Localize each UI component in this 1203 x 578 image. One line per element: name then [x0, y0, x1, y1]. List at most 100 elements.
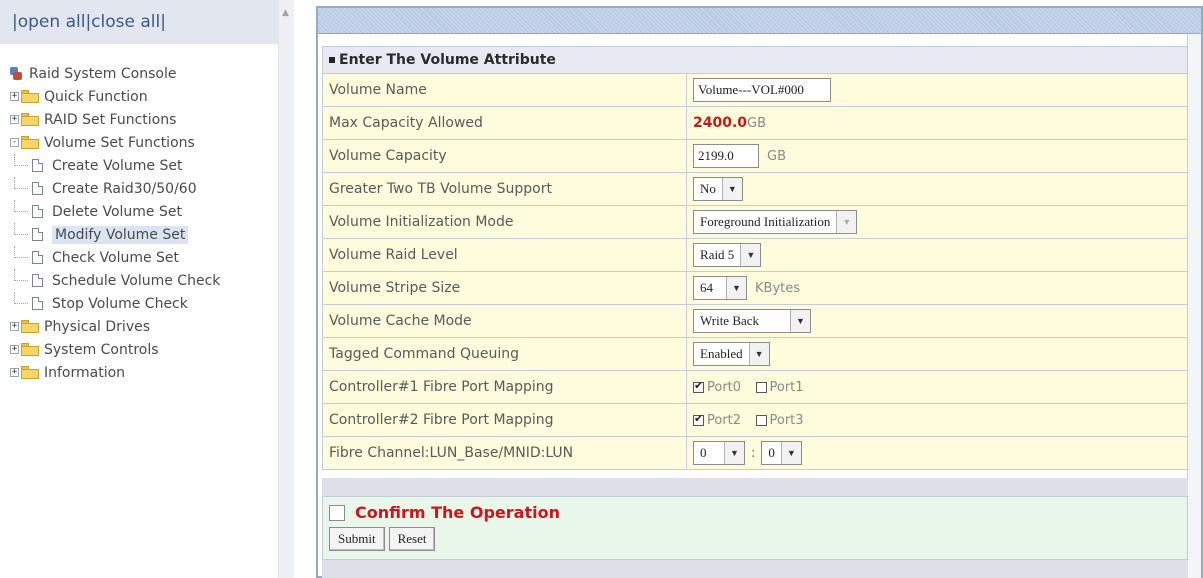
chevron-down-icon[interactable]: ▼: [748, 343, 769, 365]
form-row: Volume Stripe Size 64 ▼ KBytes: [322, 271, 1188, 305]
stripe-size-select[interactable]: 64 ▼: [693, 276, 747, 300]
tree-item-quick-function[interactable]: + Quick Function: [10, 85, 220, 108]
init-mode-select[interactable]: Foreground Initialization ▼: [693, 210, 858, 234]
tree-item-label: Physical Drives: [44, 318, 151, 335]
expand-icon[interactable]: +: [10, 368, 19, 377]
form-row: Volume Initialization Mode Foreground In…: [322, 205, 1188, 239]
tree-item-label: System Controls: [44, 341, 159, 358]
volume-name-label: Volume Name: [322, 73, 687, 107]
raid-level-select[interactable]: Raid 5 ▼: [693, 243, 762, 267]
main-pane: Enter The Volume Attribute Volume Name V…: [316, 6, 1203, 578]
chevron-down-icon[interactable]: ▼: [780, 442, 801, 464]
expand-icon[interactable]: +: [10, 345, 19, 354]
action-buttons: Submit Reset: [329, 527, 436, 551]
tree-item-create-raid30-50-60[interactable]: Create Raid30/50/60: [10, 177, 220, 200]
tree-item-label: RAID Set Functions: [44, 111, 177, 128]
expand-icon[interactable]: +: [10, 322, 19, 331]
chevron-down-icon[interactable]: ▼: [724, 442, 744, 464]
stripe-size-unit: KBytes: [755, 281, 801, 296]
open-all-link[interactable]: open all: [18, 12, 86, 32]
init-mode-label: Volume Initialization Mode: [322, 205, 687, 239]
cache-mode-label: Volume Cache Mode: [322, 304, 687, 338]
tree-item-label: Stop Volume Check: [52, 295, 188, 312]
lun-select[interactable]: 0 ▼: [761, 441, 802, 465]
tree-root-label: Raid System Console: [29, 65, 177, 82]
volume-name-input[interactable]: Volume---VOL#000: [693, 78, 831, 102]
tree-item-label: Volume Set Functions: [44, 134, 195, 151]
document-icon: [32, 228, 43, 241]
close-all-link[interactable]: close all: [91, 12, 160, 32]
tree-item-modify-volume-set[interactable]: Modify Volume Set: [10, 223, 220, 246]
tree-item-label: Check Volume Set: [52, 249, 180, 266]
port2-checkbox[interactable]: [693, 412, 704, 426]
form-row: Greater Two TB Volume Support No ▼: [322, 172, 1188, 206]
chevron-down-icon[interactable]: ▼: [740, 244, 761, 266]
tree-item-volume-set-functions[interactable]: - Volume Set Functions: [10, 131, 220, 154]
volume-capacity-label: Volume Capacity: [322, 139, 687, 173]
main-scrollbar[interactable]: [1187, 34, 1201, 578]
folder-icon: [21, 113, 39, 126]
console-icon: [10, 67, 22, 80]
port0-checkbox[interactable]: [693, 379, 704, 393]
tree-item-label: Create Raid30/50/60: [52, 180, 197, 197]
chevron-down-icon[interactable]: ▼: [790, 310, 810, 332]
tree-item-schedule-volume-check[interactable]: Schedule Volume Check: [10, 269, 220, 292]
nav-tree: Raid System Console + Quick Function + R…: [10, 62, 220, 384]
confirm-row: Confirm The Operation: [329, 503, 560, 522]
volume-attribute-form: Enter The Volume Attribute Volume Name V…: [322, 46, 1188, 470]
folder-icon: [21, 90, 39, 103]
navigation-pane: |open all|close all| ▲ Raid System Conso…: [0, 0, 294, 578]
main-top-bar: [318, 8, 1201, 34]
scroll-up-icon[interactable]: ▲: [282, 8, 289, 18]
folder-icon: [21, 343, 39, 356]
chevron-down-icon[interactable]: ▼: [836, 211, 857, 233]
document-icon: [32, 205, 43, 218]
cache-mode-select[interactable]: Write Back ▼: [693, 309, 811, 333]
document-icon: [32, 297, 43, 310]
lun-label: Fibre Channel:LUN_Base/MNID:LUN: [322, 436, 687, 470]
port1-label: Port1: [769, 379, 804, 395]
lun-base-select[interactable]: 0 ▼: [693, 441, 745, 465]
tree-item-raid-set-functions[interactable]: + RAID Set Functions: [10, 108, 220, 131]
chevron-down-icon[interactable]: ▼: [726, 277, 746, 299]
lun-separator: :: [751, 445, 756, 461]
tree-item-information[interactable]: + Information: [10, 361, 220, 384]
folder-icon: [21, 366, 39, 379]
tree-item-create-volume-set[interactable]: Create Volume Set: [10, 154, 220, 177]
bottom-bar: [322, 560, 1188, 578]
port3-checkbox[interactable]: [755, 414, 767, 426]
port2-label: Port2: [707, 412, 742, 428]
tree-item-check-volume-set[interactable]: Check Volume Set: [10, 246, 220, 269]
open-folder-icon: [21, 136, 39, 149]
tree-root[interactable]: Raid System Console: [10, 62, 220, 85]
form-row: Tagged Command Queuing Enabled ▼: [322, 337, 1188, 371]
volume-capacity-unit: GB: [767, 149, 786, 164]
collapse-icon[interactable]: -: [10, 138, 19, 147]
port3-label: Port3: [769, 412, 804, 428]
confirm-checkbox[interactable]: [329, 504, 345, 521]
tree-item-stop-volume-check[interactable]: Stop Volume Check: [10, 292, 220, 315]
expand-icon[interactable]: +: [10, 115, 19, 124]
nav-scrollbar[interactable]: ▲: [278, 0, 294, 578]
greater-two-tb-select[interactable]: No ▼: [693, 177, 743, 201]
bullet-icon: [329, 57, 335, 63]
reset-button[interactable]: Reset: [388, 527, 436, 551]
form-row: Volume Raid Level Raid 5 ▼: [322, 238, 1188, 272]
expand-icon[interactable]: +: [10, 92, 19, 101]
tree-item-label: Delete Volume Set: [52, 203, 182, 220]
tcq-select[interactable]: Enabled ▼: [693, 342, 770, 366]
tree-item-system-controls[interactable]: + System Controls: [10, 338, 220, 361]
confirm-panel: Confirm The Operation Submit Reset: [322, 496, 1188, 560]
controller2-port-mapping-label: Controller#2 Fibre Port Mapping: [322, 403, 687, 437]
tree-item-physical-drives[interactable]: + Physical Drives: [10, 315, 220, 338]
chevron-down-icon[interactable]: ▼: [721, 178, 742, 200]
tree-item-delete-volume-set[interactable]: Delete Volume Set: [10, 200, 220, 223]
submit-button[interactable]: Submit: [329, 527, 385, 551]
tree-item-label: Create Volume Set: [52, 157, 183, 174]
port1-checkbox[interactable]: [755, 381, 767, 393]
tree-item-label: Quick Function: [44, 88, 148, 105]
document-icon: [32, 251, 43, 264]
max-capacity-value: 2400.0: [693, 115, 748, 131]
tree-item-label: Information: [44, 364, 126, 381]
volume-capacity-input[interactable]: 2199.0: [693, 144, 759, 168]
